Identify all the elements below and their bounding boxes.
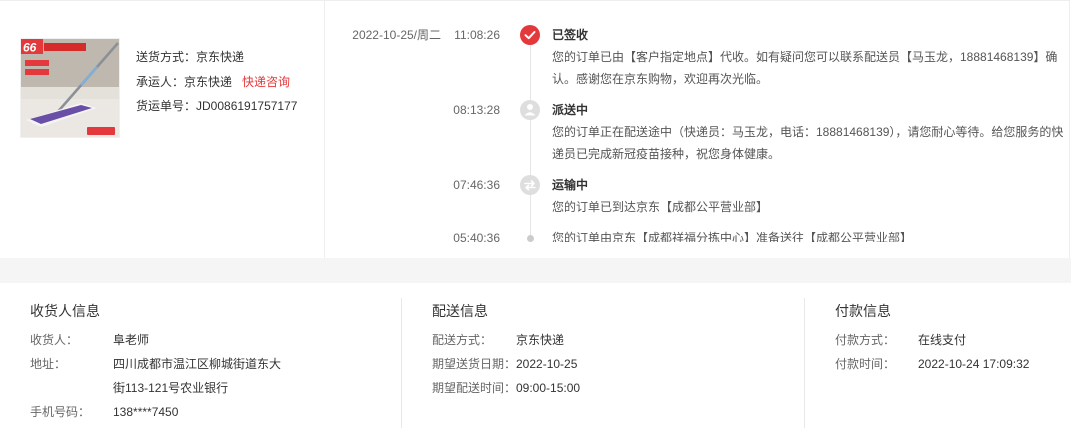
- timeline-description: 您的订单已由【客户指定地点】代收。如有疑问您可以联系配送员【马玉龙，188814…: [552, 50, 1058, 86]
- timeline-status: 派送中: [552, 103, 589, 117]
- shipment-summary: 66 送货方式：京东快递 承运人：京东快递 快递咨询 货运单号：JD0086191…: [0, 1, 325, 259]
- shipping-method-label: 送货方式：: [136, 50, 197, 64]
- timeline-description: 您的订单正在配送途中（快递员：马玉龙，电话：18881468139），请您耐心等…: [552, 125, 1064, 161]
- tracking-number-label: 货运单号：: [136, 99, 197, 113]
- dot-icon: [527, 235, 534, 242]
- receiver-info: 收货人信息 收货人： 阜老师 地址： 四川成都市温江区柳城街道东大街113-121号…: [30, 283, 390, 428]
- delivery-method-row: 配送方式： 京东快递: [432, 328, 564, 352]
- column-divider: [804, 298, 805, 428]
- shipping-method-value: 京东快递: [196, 50, 245, 64]
- receiver-address-value: 四川成都市温江区柳城街道东大街113-121号农业银行: [113, 357, 282, 395]
- product-image[interactable]: 66: [20, 38, 120, 138]
- payment-time-value: 2022-10-24 17:09:32: [918, 357, 1030, 371]
- payment-time-label: 付款时间：: [835, 357, 896, 371]
- transit-icon: [520, 175, 540, 195]
- expected-date-row: 期望送货日期：2022-10-25: [432, 352, 577, 376]
- order-info-panel: 收货人信息 收货人： 阜老师 地址： 四川成都市温江区柳城街道东大街113-121号…: [0, 283, 1071, 428]
- payment-method-row: 付款方式： 在线支付: [835, 328, 966, 352]
- courier-consult-link[interactable]: 快递咨询: [242, 75, 290, 89]
- tracking-number-value: JD0086191757177: [196, 99, 298, 113]
- timeline-time: 07:46:36: [453, 178, 500, 192]
- timeline-status: 已签收: [552, 28, 589, 42]
- receiver-address-label: 地址：: [30, 357, 67, 371]
- delivery-info-title: 配送信息: [432, 303, 488, 319]
- order-tracking-page: 66 送货方式：京东快递 承运人：京东快递 快递咨询 货运单号：JD0086191…: [0, 0, 1071, 428]
- timeline-description: 您的订单由京东【成都祥福分拣中心】准备送往【成都公平营业部】: [552, 231, 913, 242]
- delivery-method-value: 京东快递: [516, 333, 565, 347]
- shipping-method-line: 送货方式：京东快递: [136, 45, 244, 69]
- timeline-description: 您的订单已到达京东【成都公平营业部】: [552, 200, 769, 214]
- courier-icon: [520, 100, 540, 120]
- carrier-label: 承运人：: [136, 75, 185, 89]
- column-divider: [401, 298, 402, 428]
- expected-date-label: 期望送货日期：: [432, 357, 517, 371]
- tracking-timeline[interactable]: 2022-10-25/周二 11:08:26 已签收 您的订单已由【客户指定地点…: [325, 1, 1069, 242]
- payment-info: 付款信息 付款方式： 在线支付 付款时间： 2022-10-24 17:09:32: [835, 283, 1065, 428]
- payment-method-value: 在线支付: [918, 333, 967, 347]
- check-icon: [520, 25, 540, 45]
- expected-date-value: 2022-10-25: [516, 357, 578, 371]
- tracking-number-line: 货运单号：JD0086191757177: [136, 94, 297, 118]
- section-separator: [0, 258, 1071, 283]
- receiver-phone-row: 手机号码： 138****7450: [30, 400, 178, 424]
- carrier-line: 承运人：京东快递 快递咨询: [136, 70, 290, 94]
- receiver-name-label: 收货人：: [30, 333, 79, 347]
- payment-info-title: 付款信息: [835, 303, 891, 319]
- timeline-time: 08:13:28: [453, 103, 500, 117]
- delivery-info: 配送信息 配送方式： 京东快递 期望送货日期：2022-10-25 期望配送时间：…: [432, 283, 792, 428]
- payment-time-row: 付款时间： 2022-10-24 17:09:32: [835, 352, 1029, 376]
- expected-time-label: 期望配送时间：: [432, 381, 517, 395]
- receiver-address-row: 地址： 四川成都市温江区柳城街道东大街113-121号农业银行: [30, 352, 283, 400]
- timeline-time: 11:08:26: [454, 28, 500, 42]
- receiver-name-value: 阜老师: [113, 333, 150, 347]
- timeline-status: 运输中: [552, 178, 589, 192]
- shipment-panel: 66 送货方式：京东快递 承运人：京东快递 快递咨询 货运单号：JD0086191…: [0, 0, 1070, 259]
- expected-time-value: 09:00-15:00: [516, 381, 581, 395]
- carrier-value: 京东快递: [184, 75, 233, 89]
- receiver-phone-label: 手机号码：: [30, 405, 91, 419]
- product-badge: 66: [23, 41, 37, 55]
- timeline-time: 05:40:36: [453, 231, 500, 242]
- mop-product-image: 66: [21, 39, 119, 137]
- timeline-date: 2022-10-25/周二: [352, 28, 441, 42]
- receiver-info-title: 收货人信息: [30, 303, 100, 319]
- payment-method-label: 付款方式：: [835, 333, 896, 347]
- expected-time-row: 期望配送时间：09:00-15:00: [432, 376, 580, 400]
- receiver-phone-value: 138****7450: [113, 405, 179, 419]
- delivery-method-label: 配送方式：: [432, 333, 493, 347]
- receiver-name-row: 收货人： 阜老师: [30, 328, 149, 352]
- timeline-connector: [530, 35, 531, 242]
